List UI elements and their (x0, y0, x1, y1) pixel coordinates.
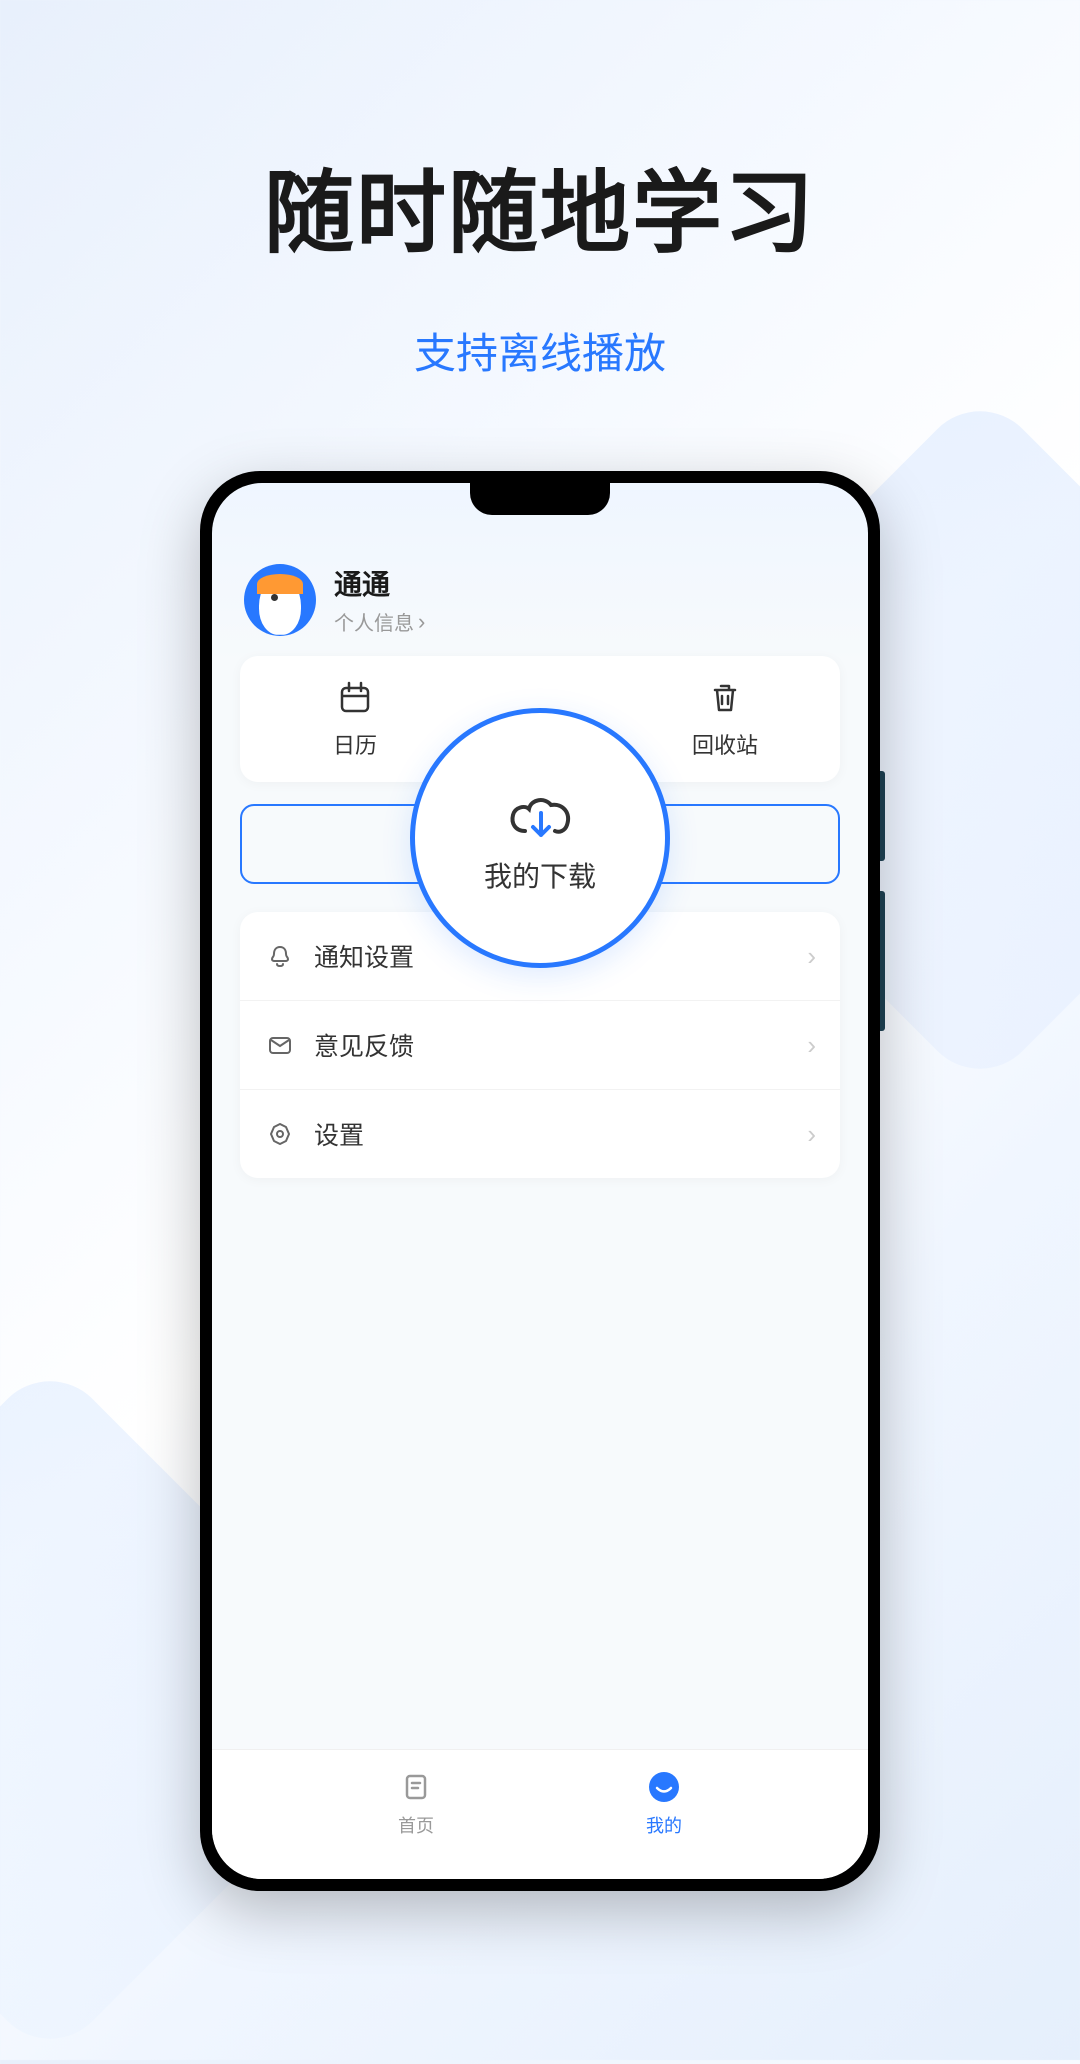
profile-info-link[interactable]: 个人信息 (334, 607, 425, 636)
nav-home[interactable]: 首页 (397, 1768, 435, 1879)
menu-settings[interactable]: 设置 › (240, 1090, 840, 1178)
trash-icon (705, 678, 745, 718)
nav-home-label: 首页 (398, 1812, 434, 1838)
gear-icon (264, 1118, 296, 1150)
chevron-right-icon: › (807, 941, 816, 972)
menu-label: 意见反馈 (314, 1027, 789, 1063)
download-bubble[interactable]: 我的下载 (410, 708, 670, 968)
phone-mockup: 通通 个人信息 日历 (200, 471, 880, 1891)
chevron-right-icon: › (807, 1030, 816, 1061)
smile-icon (645, 1768, 683, 1806)
calendar-icon (335, 678, 375, 718)
bottom-nav: 首页 我的 (212, 1749, 868, 1879)
download-label: 我的下载 (484, 855, 596, 895)
trash-label: 回收站 (692, 728, 758, 760)
document-icon (397, 1768, 435, 1806)
profile-name: 通通 (334, 563, 425, 603)
envelope-icon (264, 1029, 296, 1061)
nav-mine-label: 我的 (646, 1812, 682, 1838)
menu-feedback[interactable]: 意见反馈 › (240, 1001, 840, 1090)
chevron-right-icon: › (807, 1119, 816, 1150)
nav-mine[interactable]: 我的 (645, 1768, 683, 1879)
trash-card[interactable]: 回收站 (610, 678, 840, 760)
hero-title: 随时随地学习 (0, 140, 1080, 270)
cloud-download-icon (505, 791, 575, 841)
calendar-card[interactable]: 日历 (240, 678, 470, 760)
menu-label: 设置 (314, 1116, 789, 1152)
bell-icon (264, 940, 296, 972)
calendar-label: 日历 (333, 728, 377, 760)
phone-notch (470, 483, 610, 515)
hero-subtitle: 支持离线播放 (0, 320, 1080, 381)
avatar[interactable] (244, 564, 316, 636)
profile-section[interactable]: 通通 个人信息 (240, 553, 840, 656)
